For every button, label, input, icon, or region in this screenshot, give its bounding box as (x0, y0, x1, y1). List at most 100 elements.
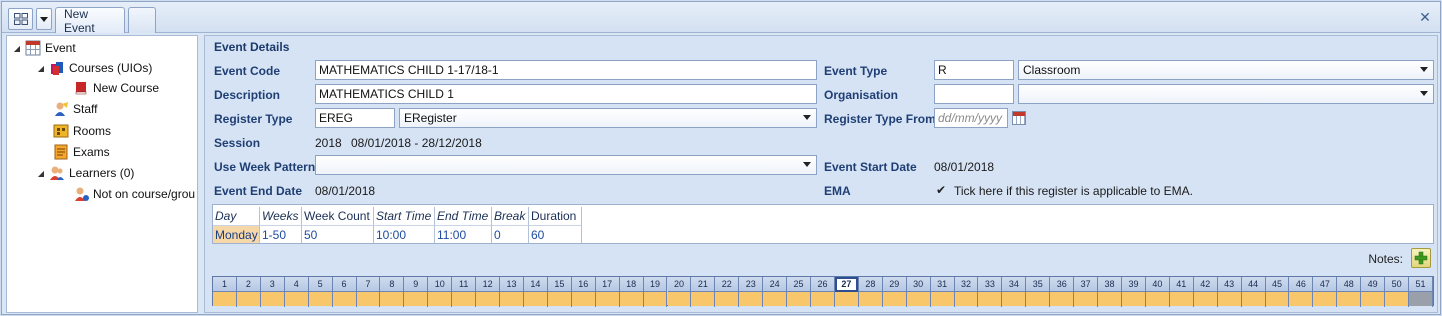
week-pattern-select[interactable] (315, 155, 817, 175)
event-code-input[interactable] (315, 60, 817, 80)
week-cell-50[interactable]: 50 (1385, 277, 1410, 307)
column-header-break[interactable]: Break (492, 207, 529, 225)
week-cell-9[interactable]: 9 (404, 277, 429, 307)
week-cell-22[interactable]: 22 (715, 277, 740, 307)
week-cell-42[interactable]: 42 (1193, 277, 1218, 307)
week-cell-2[interactable]: 2 (236, 277, 261, 307)
week-cell-30[interactable]: 30 (906, 277, 931, 307)
week-cell-18[interactable]: 18 (619, 277, 644, 307)
cell-break[interactable]: 0 (492, 225, 529, 243)
tree-node-not-on-course[interactable]: Not on course/grou (71, 184, 195, 204)
week-number: 24 (763, 277, 787, 292)
register-type-from-input[interactable] (934, 108, 1008, 128)
organisation-select[interactable] (1018, 84, 1434, 104)
cell-weeks[interactable]: 1-50 (260, 225, 302, 243)
week-cell-17[interactable]: 17 (595, 277, 620, 307)
event-type-select[interactable]: Classroom (1018, 60, 1434, 80)
week-cell-19[interactable]: 19 (643, 277, 668, 307)
week-cell-45[interactable]: 45 (1265, 277, 1290, 307)
week-cell-21[interactable]: 21 (691, 277, 716, 307)
week-cell-7[interactable]: 7 (356, 277, 381, 307)
week-cell-34[interactable]: 34 (1002, 277, 1027, 307)
week-cell-12[interactable]: 12 (476, 277, 501, 307)
week-fill (260, 292, 284, 306)
cell-duration[interactable]: 60 (529, 225, 582, 243)
week-cell-33[interactable]: 33 (978, 277, 1003, 307)
week-cell-10[interactable]: 10 (428, 277, 453, 307)
week-cell-6[interactable]: 6 (332, 277, 357, 307)
week-cell-29[interactable]: 29 (882, 277, 907, 307)
register-type-code-input[interactable] (315, 108, 395, 128)
week-cell-14[interactable]: 14 (523, 277, 548, 307)
tree-node-event[interactable]: ◢ Event (11, 38, 76, 58)
column-header-week-count[interactable]: Week Count (302, 207, 374, 225)
week-cell-16[interactable]: 16 (571, 277, 596, 307)
week-cell-3[interactable]: 3 (260, 277, 285, 307)
tab-new-event[interactable]: New Event (55, 7, 125, 35)
description-input[interactable] (315, 84, 817, 104)
tab-list-dropdown-button[interactable] (36, 8, 52, 30)
week-cell-23[interactable]: 23 (739, 277, 764, 307)
week-fill (763, 292, 787, 306)
week-cell-1[interactable]: 1 (213, 277, 237, 307)
week-cell-47[interactable]: 47 (1313, 277, 1338, 307)
week-cell-13[interactable]: 13 (500, 277, 524, 307)
week-cell-24[interactable]: 24 (763, 277, 788, 307)
expand-triangle-icon[interactable]: ◢ (35, 169, 47, 178)
add-note-button[interactable] (1411, 248, 1431, 268)
organisation-code-input[interactable] (934, 84, 1014, 104)
close-icon[interactable]: ✕ (1416, 8, 1434, 26)
expand-triangle-icon[interactable]: ◢ (11, 44, 23, 53)
week-cell-43[interactable]: 43 (1217, 277, 1242, 307)
column-header-day[interactable]: Day (213, 207, 260, 225)
ema-checkbox[interactable]: ✔ (936, 183, 946, 197)
register-type-select[interactable]: ERegister (399, 108, 817, 128)
tree-node-courses[interactable]: ◢ Courses (UIOs) (35, 58, 152, 78)
week-fill (308, 292, 332, 306)
week-cell-25[interactable]: 25 (787, 277, 812, 307)
tree-node-rooms[interactable]: Rooms (51, 121, 111, 141)
week-cell-41[interactable]: 41 (1169, 277, 1194, 307)
week-cell-46[interactable]: 46 (1289, 277, 1314, 307)
column-header-start-time[interactable]: Start Time (374, 207, 435, 225)
tree-node-staff[interactable]: Staff (51, 99, 97, 119)
week-cell-15[interactable]: 15 (547, 277, 572, 307)
event-code-label: Event Code (214, 64, 281, 78)
week-cell-36[interactable]: 36 (1050, 277, 1075, 307)
cell-end-time[interactable]: 11:00 (435, 225, 492, 243)
expand-triangle-icon[interactable]: ◢ (35, 64, 47, 73)
week-cell-11[interactable]: 11 (452, 277, 477, 307)
column-header-weeks[interactable]: Weeks (260, 207, 302, 225)
week-cell-4[interactable]: 4 (284, 277, 309, 307)
week-cell-44[interactable]: 44 (1241, 277, 1266, 307)
event-type-code-input[interactable] (934, 60, 1014, 80)
tree-node-learners[interactable]: ◢ Learners (0) (35, 163, 134, 183)
column-header-end-time[interactable]: End Time (435, 207, 492, 225)
week-cell-38[interactable]: 38 (1098, 277, 1122, 307)
week-cell-20[interactable]: 20 (667, 277, 692, 307)
week-cell-49[interactable]: 49 (1361, 277, 1386, 307)
tree-node-new-course[interactable]: New Course (71, 78, 159, 98)
week-cell-32[interactable]: 32 (954, 277, 979, 307)
column-header-duration[interactable]: Duration (529, 207, 582, 225)
tree-node-exams[interactable]: Exams (51, 142, 110, 162)
week-cell-35[interactable]: 35 (1026, 277, 1051, 307)
cell-day[interactable]: Monday (213, 225, 260, 243)
week-cell-39[interactable]: 39 (1122, 277, 1146, 307)
week-cell-27[interactable]: 27 (834, 277, 859, 307)
cell-week-count[interactable]: 50 (302, 225, 374, 243)
tab-empty[interactable] (128, 7, 156, 33)
week-cell-37[interactable]: 37 (1074, 277, 1099, 307)
calendar-picker-icon[interactable] (1012, 111, 1026, 125)
week-cell-31[interactable]: 31 (930, 277, 955, 307)
week-cell-48[interactable]: 48 (1337, 277, 1362, 307)
week-fill (1241, 292, 1265, 306)
cell-start-time[interactable]: 10:00 (374, 225, 435, 243)
week-cell-40[interactable]: 40 (1145, 277, 1170, 307)
week-cell-5[interactable]: 5 (308, 277, 333, 307)
week-cell-8[interactable]: 8 (380, 277, 405, 307)
week-cell-51[interactable]: 51 (1409, 277, 1433, 307)
week-cell-26[interactable]: 26 (811, 277, 835, 307)
layout-grid-button[interactable] (8, 8, 33, 30)
week-cell-28[interactable]: 28 (858, 277, 883, 307)
